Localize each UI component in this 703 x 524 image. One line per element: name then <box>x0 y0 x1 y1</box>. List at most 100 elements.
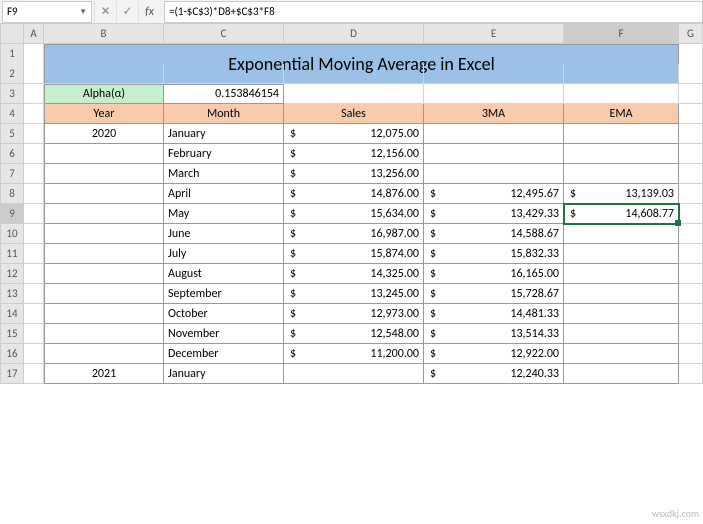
cell-D3[interactable] <box>284 84 424 104</box>
header-sales[interactable]: Sales <box>284 104 424 124</box>
cell-F3[interactable] <box>564 84 679 104</box>
cell-year-13[interactable] <box>44 284 164 304</box>
cell-A5[interactable] <box>24 124 44 144</box>
row-header-12[interactable]: 12 <box>0 264 24 284</box>
cell-F2[interactable] <box>564 64 679 84</box>
cell-G9[interactable] <box>679 204 703 224</box>
cell-3ma-5[interactable] <box>424 124 564 144</box>
cell-G11[interactable] <box>679 244 703 264</box>
cell-A10[interactable] <box>24 224 44 244</box>
cell-B2[interactable] <box>44 64 164 84</box>
cell-year-12[interactable] <box>44 264 164 284</box>
cell-G12[interactable] <box>679 264 703 284</box>
alpha-label-cell[interactable]: Alpha(α) <box>44 84 164 104</box>
col-header-A[interactable]: A <box>24 24 44 44</box>
cell-year-9[interactable] <box>44 204 164 224</box>
header-ema[interactable]: EMA <box>564 104 679 124</box>
cell-ema-13[interactable] <box>564 284 679 304</box>
cell-G4[interactable] <box>679 104 703 124</box>
cell-G3[interactable] <box>679 84 703 104</box>
row-header-17[interactable]: 17 <box>0 364 24 384</box>
col-header-D[interactable]: D <box>284 24 424 44</box>
cell-sales-9[interactable]: $15,634.00 <box>284 204 424 224</box>
row-header-14[interactable]: 14 <box>0 304 24 324</box>
cell-month-11[interactable]: July <box>164 244 284 264</box>
cell-A15[interactable] <box>24 324 44 344</box>
cell-A8[interactable] <box>24 184 44 204</box>
row-header-8[interactable]: 8 <box>0 184 24 204</box>
cell-year-17[interactable]: 2021 <box>44 364 164 384</box>
cell-year-8[interactable] <box>44 184 164 204</box>
cell-G2[interactable] <box>679 64 703 84</box>
cell-sales-10[interactable]: $16,987.00 <box>284 224 424 244</box>
cell-A2[interactable] <box>24 64 44 84</box>
cell-sales-17[interactable] <box>284 364 424 384</box>
cell-ema-15[interactable] <box>564 324 679 344</box>
cell-G8[interactable] <box>679 184 703 204</box>
row-header-6[interactable]: 6 <box>0 144 24 164</box>
cell-A17[interactable] <box>24 364 44 384</box>
cell-ema-7[interactable] <box>564 164 679 184</box>
cell-A4[interactable] <box>24 104 44 124</box>
col-header-E[interactable]: E <box>424 24 564 44</box>
row-header-9[interactable]: 9 <box>0 204 24 224</box>
cell-sales-12[interactable]: $14,325.00 <box>284 264 424 284</box>
cell-3ma-13[interactable]: $15,728.67 <box>424 284 564 304</box>
cell-sales-14[interactable]: $12,973.00 <box>284 304 424 324</box>
cell-month-14[interactable]: October <box>164 304 284 324</box>
cell-3ma-8[interactable]: $12,495.67 <box>424 184 564 204</box>
cell-3ma-16[interactable]: $12,922.00 <box>424 344 564 364</box>
cell-3ma-10[interactable]: $14,588.67 <box>424 224 564 244</box>
cell-month-7[interactable]: March <box>164 164 284 184</box>
row-header-11[interactable]: 11 <box>0 244 24 264</box>
spreadsheet-grid[interactable]: A B C D E F G 1 Exponential Moving Avera… <box>0 24 703 384</box>
cell-G16[interactable] <box>679 344 703 364</box>
col-header-G[interactable]: G <box>679 24 703 44</box>
cell-3ma-17[interactable]: $12,240.33 <box>424 364 564 384</box>
row-header-5[interactable]: 5 <box>0 124 24 144</box>
cell-year-6[interactable] <box>44 144 164 164</box>
cell-month-6[interactable]: February <box>164 144 284 164</box>
chevron-down-icon[interactable]: ▼ <box>79 7 87 17</box>
cell-ema-17[interactable] <box>564 364 679 384</box>
cell-ema-14[interactable] <box>564 304 679 324</box>
header-3ma[interactable]: 3MA <box>424 104 564 124</box>
cell-A12[interactable] <box>24 264 44 284</box>
cell-month-13[interactable]: September <box>164 284 284 304</box>
cell-year-14[interactable] <box>44 304 164 324</box>
cell-sales-5[interactable]: $12,075.00 <box>284 124 424 144</box>
cell-month-8[interactable]: April <box>164 184 284 204</box>
cell-ema-9[interactable]: $14,608.77 <box>564 204 679 224</box>
cell-month-17[interactable]: January <box>164 364 284 384</box>
row-header-15[interactable]: 15 <box>0 324 24 344</box>
header-month[interactable]: Month <box>164 104 284 124</box>
cell-ema-5[interactable] <box>564 124 679 144</box>
name-box[interactable]: F9 ▼ <box>2 1 92 23</box>
cell-G6[interactable] <box>679 144 703 164</box>
cell-G14[interactable] <box>679 304 703 324</box>
row-header-10[interactable]: 10 <box>0 224 24 244</box>
row-header-3[interactable]: 3 <box>0 84 24 104</box>
cell-D2[interactable] <box>284 64 424 84</box>
cell-sales-6[interactable]: $12,156.00 <box>284 144 424 164</box>
cell-sales-7[interactable]: $13,256.00 <box>284 164 424 184</box>
cancel-icon[interactable]: ✕ <box>94 1 116 23</box>
cell-ema-6[interactable] <box>564 144 679 164</box>
cell-ema-16[interactable] <box>564 344 679 364</box>
select-all-corner[interactable] <box>0 24 24 44</box>
cell-A9[interactable] <box>24 204 44 224</box>
cell-sales-13[interactable]: $13,245.00 <box>284 284 424 304</box>
fx-icon[interactable]: fx <box>138 1 160 23</box>
cell-ema-8[interactable]: $13,139.03 <box>564 184 679 204</box>
cell-ema-10[interactable] <box>564 224 679 244</box>
cell-sales-16[interactable]: $11,200.00 <box>284 344 424 364</box>
cell-month-5[interactable]: January <box>164 124 284 144</box>
cell-year-7[interactable] <box>44 164 164 184</box>
row-header-2[interactable]: 2 <box>0 64 24 84</box>
cell-G5[interactable] <box>679 124 703 144</box>
cell-month-12[interactable]: August <box>164 264 284 284</box>
header-year[interactable]: Year <box>44 104 164 124</box>
col-header-B[interactable]: B <box>44 24 164 44</box>
cell-sales-11[interactable]: $15,874.00 <box>284 244 424 264</box>
cell-month-16[interactable]: December <box>164 344 284 364</box>
